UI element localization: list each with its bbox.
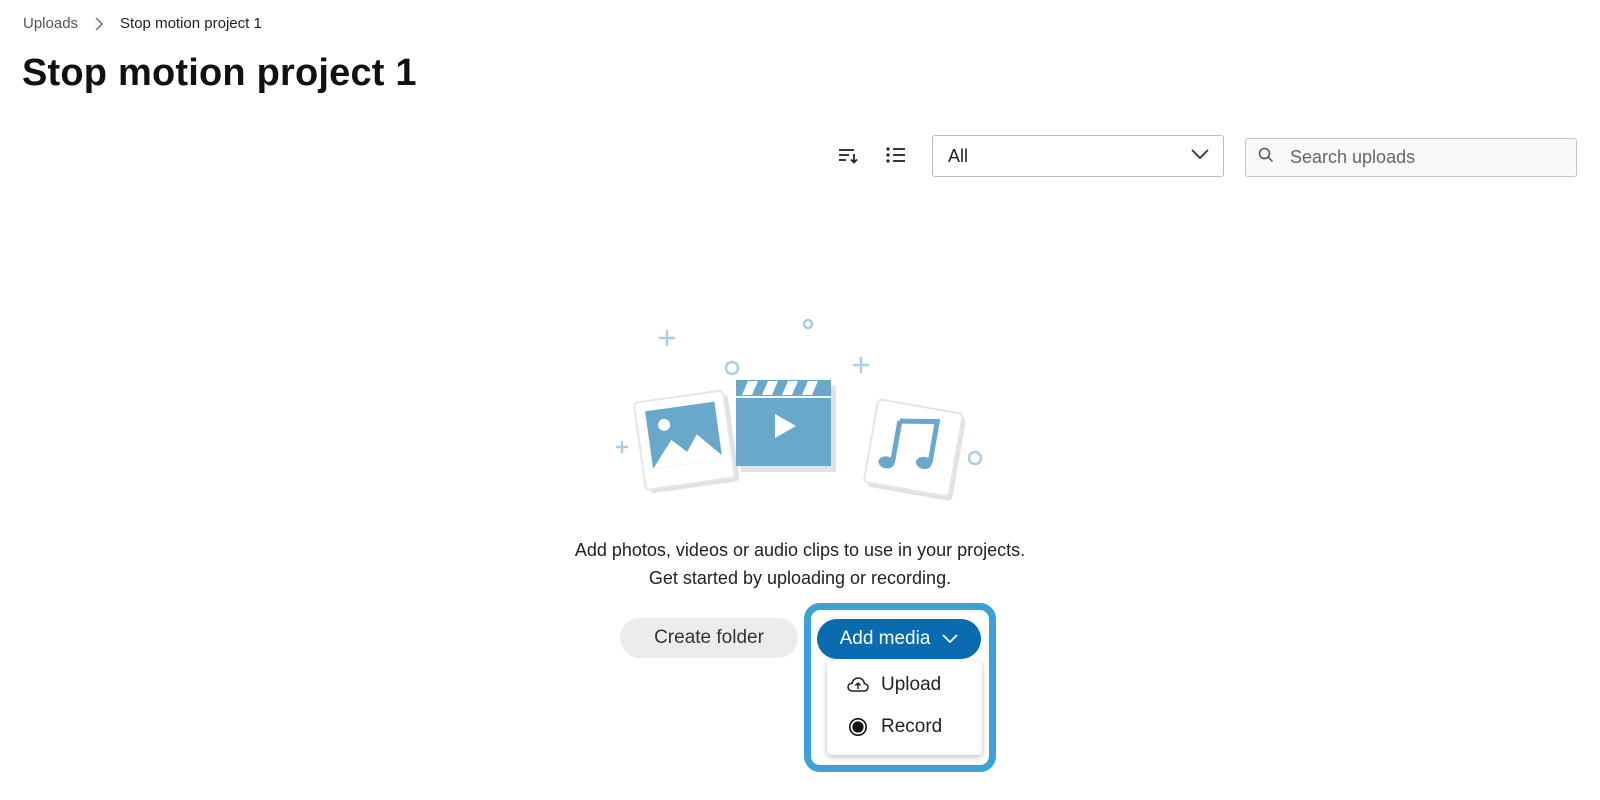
menu-item-label: Record [881,716,943,737]
list-view-button[interactable] [880,141,912,173]
filter-selected-value: All [948,145,969,166]
add-media-label: Add media [839,628,931,649]
sort-icon [837,145,859,170]
list-view-icon [885,145,907,170]
create-folder-button[interactable]: Create folder [620,618,798,658]
empty-state-message: Add photos, videos or audio clips to use… [574,540,1026,588]
uploads-page: Uploads Stop motion project 1 Stop motio… [0,0,1600,800]
cloud-upload-icon [847,674,869,696]
menu-item-label: Upload [881,674,942,695]
search-input[interactable] [1288,146,1562,169]
image-icon [633,389,740,493]
chevron-right-icon [92,16,106,32]
add-media-menu: Upload Record [827,661,982,755]
breadcrumb-current: Stop motion project 1 [120,15,262,32]
page-title: Stop motion project 1 [22,52,417,94]
menu-item-upload[interactable]: Upload [827,665,982,705]
breadcrumb-uploads-link[interactable]: Uploads [23,15,78,32]
chevron-down-icon [1191,147,1209,165]
video-clapper-icon [736,380,836,472]
add-media-button[interactable]: Add media [817,619,981,659]
music-note-icon [863,398,966,501]
record-icon [847,716,869,738]
empty-state-illustration [600,310,1000,510]
chevron-down-icon [942,628,959,650]
search-box [1245,138,1577,177]
search-icon [1258,147,1274,168]
menu-item-record[interactable]: Record [827,707,982,747]
sort-button[interactable] [832,141,864,173]
filter-select[interactable]: All [932,135,1224,177]
breadcrumb: Uploads Stop motion project 1 [23,15,262,32]
